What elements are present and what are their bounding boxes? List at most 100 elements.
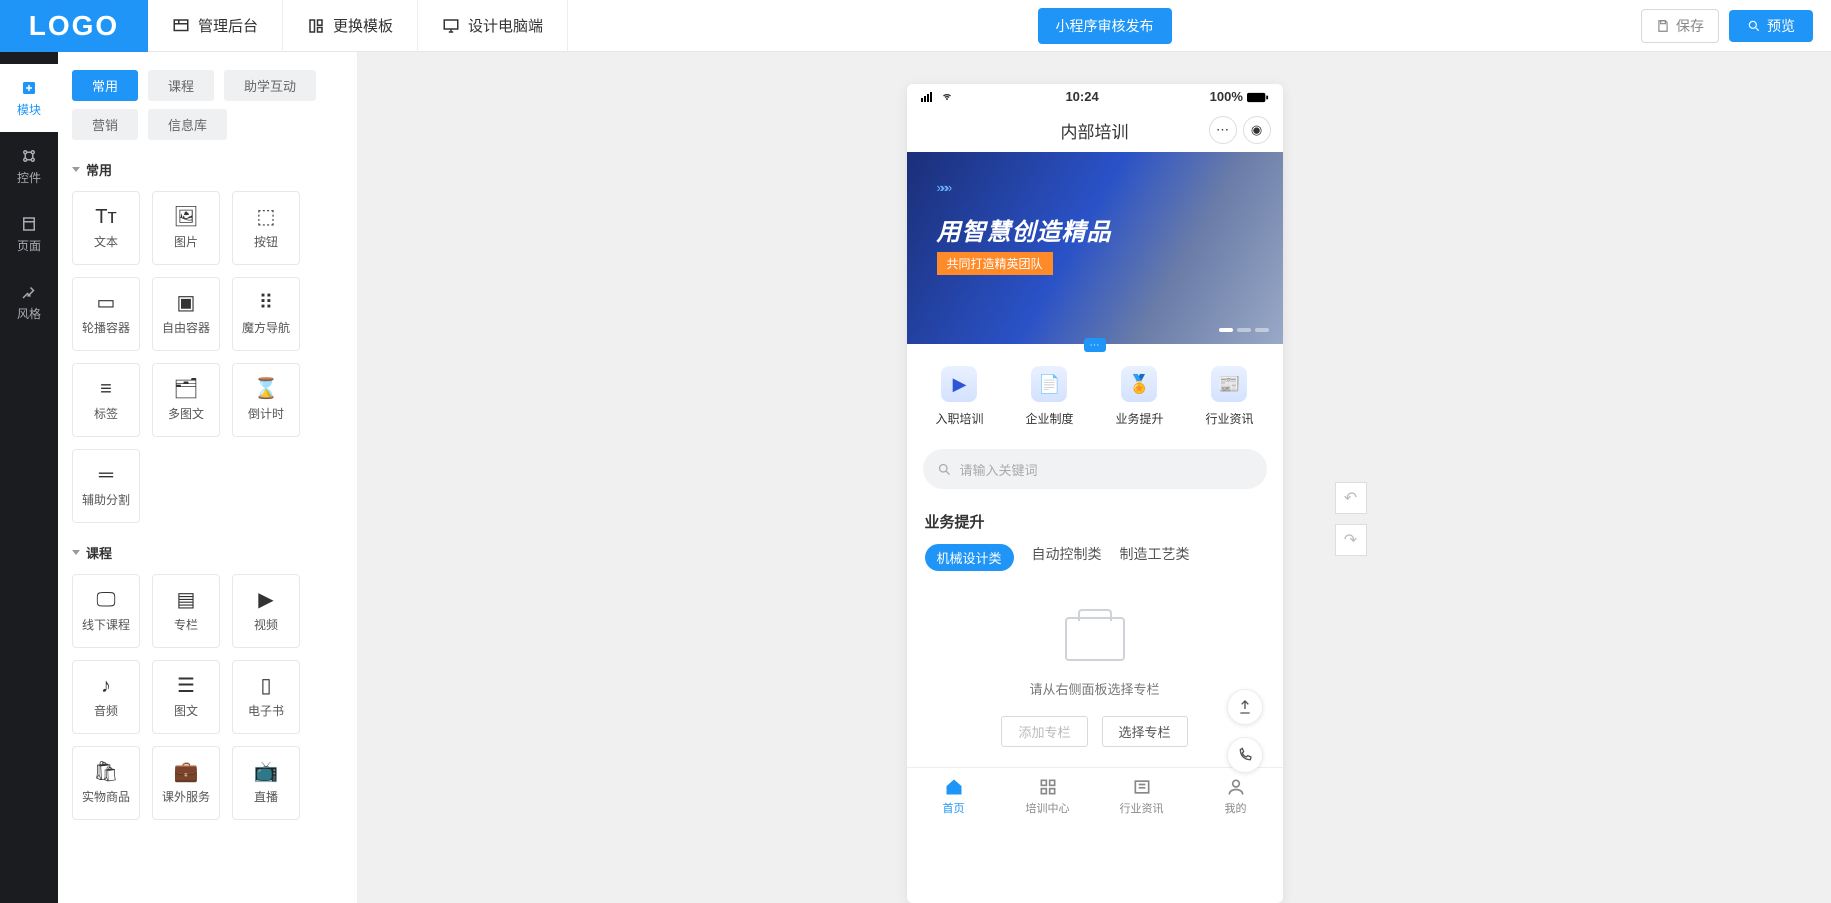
resize-handle[interactable]: ⋯	[1084, 338, 1106, 352]
component-tile[interactable]: ⌛ 倒计时	[232, 363, 300, 437]
nav-admin[interactable]: 管理后台	[148, 0, 283, 52]
page-title: 内部培训	[1061, 118, 1129, 143]
inbox-icon	[1065, 617, 1125, 661]
tag-manufacture[interactable]: 制造工艺类	[1120, 544, 1190, 571]
rail-page-label: 页面	[17, 237, 41, 254]
component-tile[interactable]: ⠿魔方导航	[232, 277, 300, 351]
component-tile[interactable]: ▣自由容器	[152, 277, 220, 351]
component-label: 多图文	[168, 405, 204, 422]
component-icon: 💼	[174, 762, 199, 782]
component-tile[interactable]: ═辅助分割	[72, 449, 140, 523]
component-tile[interactable]: 🗂多图文	[152, 363, 220, 437]
banner-subtag: 共同打造精英团队	[937, 252, 1053, 275]
history-controls: ↶ ↷	[1335, 482, 1367, 556]
component-icon: 🛍	[93, 762, 118, 782]
tab-mine[interactable]: 我的	[1189, 768, 1283, 825]
status-bar: 10:24 100%	[907, 84, 1283, 108]
redo-button[interactable]: ↷	[1335, 524, 1367, 556]
phone-icon[interactable]	[1227, 737, 1263, 773]
component-label: 视频	[254, 616, 278, 633]
section-header[interactable]: 课程	[72, 543, 343, 562]
component-icon: ▭	[97, 293, 116, 313]
nav-design-pc[interactable]: 设计电脑端	[418, 0, 568, 52]
hero-banner[interactable]: »»» 用智慧创造精品 共同打造精英团队 ⋯ 🔗 ▾ ✕	[907, 152, 1283, 344]
nav-change-template-label: 更换模板	[333, 15, 393, 36]
component-tile[interactable]: 📺直播	[232, 746, 300, 820]
section-header[interactable]: 常用	[72, 160, 343, 179]
floating-actions	[1227, 689, 1263, 773]
quicknav-item[interactable]: 📰行业资讯	[1205, 366, 1253, 427]
rail-widget-label: 控件	[17, 169, 41, 186]
component-tile[interactable]: ♪音频	[72, 660, 140, 734]
component-label: 图文	[174, 702, 198, 719]
component-tile[interactable]: 🖵线下课程	[72, 574, 140, 648]
quicknav-label: 入职培训	[935, 410, 983, 427]
component-tile[interactable]: ▤专栏	[152, 574, 220, 648]
component-label: 倒计时	[248, 405, 284, 422]
component-tile[interactable]: 🛍 实物商品	[72, 746, 140, 820]
cat-common[interactable]: 常用	[72, 70, 138, 101]
undo-button[interactable]: ↶	[1335, 482, 1367, 514]
component-tile[interactable]: 💼 课外服务	[152, 746, 220, 820]
wifi-icon	[939, 90, 955, 102]
capsule-more-icon[interactable]: ⋯	[1209, 116, 1237, 144]
component-label: 辅助分割	[82, 491, 130, 508]
tab-label: 我的	[1225, 800, 1247, 816]
publish-button[interactable]: 小程序审核发布	[1038, 8, 1172, 44]
save-button[interactable]: 保存	[1641, 9, 1719, 43]
component-label: 文本	[94, 233, 118, 250]
search-input[interactable]: 请输入关键词	[923, 449, 1267, 489]
select-column-button[interactable]: 选择专栏	[1102, 716, 1188, 747]
rail-page[interactable]: 页面	[0, 200, 58, 268]
filter-tags: 机械设计类 自动控制类 制造工艺类	[907, 544, 1283, 581]
banner-pagination[interactable]	[1219, 328, 1269, 332]
component-tile[interactable]: ≡标签	[72, 363, 140, 437]
tab-news[interactable]: 行业资讯	[1095, 768, 1189, 825]
component-tile[interactable]: ▯电子书	[232, 660, 300, 734]
tab-label: 培训中心	[1026, 800, 1070, 816]
component-label: 实物商品	[82, 788, 130, 805]
play-icon: ▶	[941, 366, 977, 402]
canvas[interactable]: 10:24 100% 内部培训 ⋯ ◉ »»» 用智慧创造精品 共同打造精英团队…	[358, 52, 1831, 903]
capsule-target-icon[interactable]: ◉	[1243, 116, 1271, 144]
cat-marketing[interactable]: 营销	[72, 109, 138, 140]
rail-module[interactable]: 模块	[0, 64, 58, 132]
rail-style[interactable]: 风格	[0, 268, 58, 336]
component-label: 课外服务	[162, 788, 210, 805]
preview-button[interactable]: 预览	[1729, 10, 1813, 42]
component-tile[interactable]: ▶视频	[232, 574, 300, 648]
component-tile[interactable]: ☰图文	[152, 660, 220, 734]
component-tile[interactable]: ⬚按钮	[232, 191, 300, 265]
tab-training[interactable]: 培训中心	[1001, 768, 1095, 825]
component-icon: ⌛	[254, 379, 279, 399]
component-tile[interactable]: ▭轮播容器	[72, 277, 140, 351]
quicknav-item[interactable]: 🏅业务提升	[1115, 366, 1163, 427]
rail-module-label: 模块	[17, 101, 41, 118]
doc-icon: 📄	[1031, 366, 1067, 402]
component-tile[interactable]: Tᴛ文本	[72, 191, 140, 265]
signal-icon	[921, 90, 955, 102]
tab-home[interactable]: 首页	[907, 768, 1001, 825]
tag-mechanical[interactable]: 机械设计类	[925, 544, 1014, 571]
add-column-button[interactable]: 添加专栏	[1001, 716, 1087, 747]
quicknav-label: 企业制度	[1025, 410, 1073, 427]
share-icon[interactable]	[1227, 689, 1263, 725]
cat-infolib[interactable]: 信息库	[148, 109, 227, 140]
nav-change-template[interactable]: 更换模板	[283, 0, 418, 52]
quicknav-item[interactable]: ▶ 入职培训	[935, 366, 983, 427]
quicknav-item[interactable]: 📄 企业制度	[1025, 366, 1073, 427]
search-icon	[937, 462, 952, 477]
status-battery: 100%	[1210, 89, 1269, 104]
cat-interact[interactable]: 助学互动	[224, 70, 316, 101]
banner-headline: 用智慧创造精品	[937, 212, 1112, 247]
component-tile[interactable]: 🖼图片	[152, 191, 220, 265]
component-icon: 🖵	[96, 590, 115, 610]
component-grid: 🖵线下课程▤专栏▶视频 ♪音频☰图文▯电子书 🛍 实物商品 💼 课外服务 📺直播	[72, 574, 343, 820]
quicknav-label: 行业资讯	[1205, 410, 1253, 427]
tag-auto-control[interactable]: 自动控制类	[1032, 544, 1102, 571]
status-time: 10:24	[1065, 89, 1098, 104]
cat-course[interactable]: 课程	[148, 70, 214, 101]
nav-admin-label: 管理后台	[198, 15, 258, 36]
rail-widget[interactable]: 控件	[0, 132, 58, 200]
component-icon: ▤	[177, 590, 196, 610]
